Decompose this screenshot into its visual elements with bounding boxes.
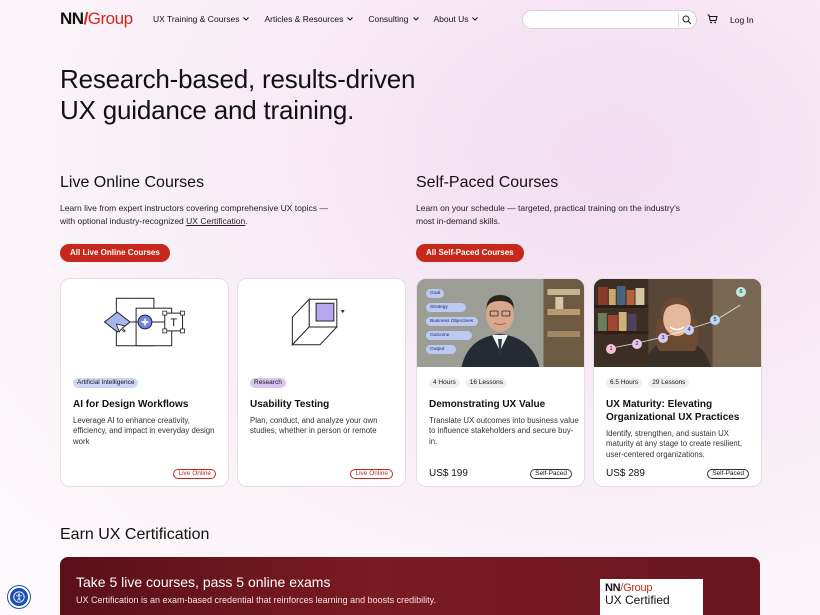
self-paced-title: Self-Paced Courses [416, 174, 559, 191]
self-paced-badge: Self-Paced [707, 469, 749, 479]
course-card-ux-value[interactable]: Goal Strategy Business Objectives Outcom… [416, 278, 585, 487]
course-price: US$ 199 [429, 468, 468, 479]
overlay-chip: Business Objectives [426, 317, 478, 326]
nav-ux-training[interactable]: UX Training & Courses [153, 14, 250, 24]
category-tag: Research [250, 378, 286, 388]
course-desc: Leverage AI to enhance creativity, effic… [73, 416, 215, 446]
live-online-badge: Live Online [350, 469, 393, 479]
text-tool-letter: T [170, 317, 177, 329]
nav-articles[interactable]: Articles & Resources [264, 14, 354, 24]
lessons-chip: 16 Lessons [465, 378, 508, 388]
chevron-down-icon [243, 17, 250, 21]
category-tag: Artificial Intelligence [73, 378, 139, 388]
accessibility-button[interactable] [8, 586, 30, 608]
cert-section-title: Earn UX Certification [60, 526, 210, 543]
hero-heading: Research-based, results-driven UX guidan… [60, 64, 416, 125]
course-card-ai[interactable]: T Artificial Intelligence AI for Design … [60, 278, 229, 487]
course-desc: Identify, strengthen, and sustain UX mat… [606, 429, 743, 459]
cart-icon[interactable] [707, 14, 718, 24]
live-courses-title: Live Online Courses [60, 174, 205, 191]
course-title: UX Maturity: Elevating Organizational UX… [606, 399, 740, 423]
cert-banner[interactable]: Take 5 live courses, pass 5 online exams… [60, 557, 760, 615]
course-price: US$ 289 [606, 468, 645, 479]
course-meta: 6.5 Hours 29 Lessons [606, 378, 690, 388]
search-button[interactable] [678, 13, 692, 27]
nav-about[interactable]: About Us [434, 14, 480, 24]
self-paced-badge: Self-Paced [530, 469, 572, 479]
ux-certified-logo: NN/Group UX Certified [600, 579, 703, 615]
login-link[interactable]: Log In [730, 15, 754, 25]
lessons-chip: 29 Lessons [648, 378, 690, 388]
site-header: NN/Group UX Training & Courses Articles … [0, 0, 820, 40]
course-desc: Plan, conduct, and analyze your own stud… [250, 416, 378, 436]
maturity-step: 3 [658, 333, 668, 343]
hours-chip: 6.5 Hours [606, 378, 643, 388]
overlay-chip: Goal [426, 289, 445, 298]
overlay-chip: Strategy [426, 303, 466, 312]
hours-chip: 4 Hours [429, 378, 460, 388]
maturity-step: 6 [736, 287, 746, 297]
overlay-chip: Outcome [426, 331, 472, 340]
live-courses-desc: Learn live from expert instructors cover… [60, 203, 328, 226]
maturity-step: 4 [684, 325, 694, 335]
maturity-step: 2 [632, 339, 642, 349]
course-title: AI for Design Workflows [73, 399, 189, 410]
course-meta: 4 Hours 16 Lessons [429, 378, 508, 388]
main-nav: UX Training & Courses Articles & Resourc… [153, 14, 479, 24]
all-self-paced-button[interactable]: All Self-Paced Courses [416, 244, 524, 262]
live-online-badge: Live Online [173, 469, 216, 479]
ux-certification-link[interactable]: UX Certification [186, 216, 245, 226]
cert-subtext: UX Certification is an exam-based creden… [76, 595, 437, 605]
overlay-chip: Output [426, 345, 456, 354]
course-title: Usability Testing [250, 399, 330, 410]
nngroup-logo[interactable]: NN/Group [60, 9, 133, 29]
accessibility-icon [13, 591, 25, 603]
chevron-down-icon [412, 17, 419, 21]
all-live-courses-button[interactable]: All Live Online Courses [60, 244, 170, 262]
ai-workflow-illustration: T [103, 297, 185, 347]
self-paced-desc: Learn on your schedule — targeted, pract… [416, 203, 680, 226]
course-card-ux-maturity[interactable]: 1 2 3 4 5 6 6.5 Hours 29 Lessons UX Matu… [593, 278, 762, 487]
search-icon [682, 15, 692, 25]
chevron-down-icon [472, 17, 479, 21]
course-desc: Translate UX outcomes into business valu… [429, 416, 579, 446]
nav-consulting[interactable]: Consulting [368, 14, 419, 24]
search-input[interactable] [522, 10, 697, 29]
maturity-step: 5 [710, 315, 720, 325]
course-title: Demonstrating UX Value [429, 399, 546, 410]
chevron-down-icon [347, 17, 354, 21]
maturity-step: 1 [606, 344, 616, 354]
course-card-usability[interactable]: Research Usability Testing Plan, conduct… [237, 278, 406, 487]
usability-cube-illustration [291, 298, 345, 346]
cert-headline: Take 5 live courses, pass 5 online exams [76, 574, 331, 590]
